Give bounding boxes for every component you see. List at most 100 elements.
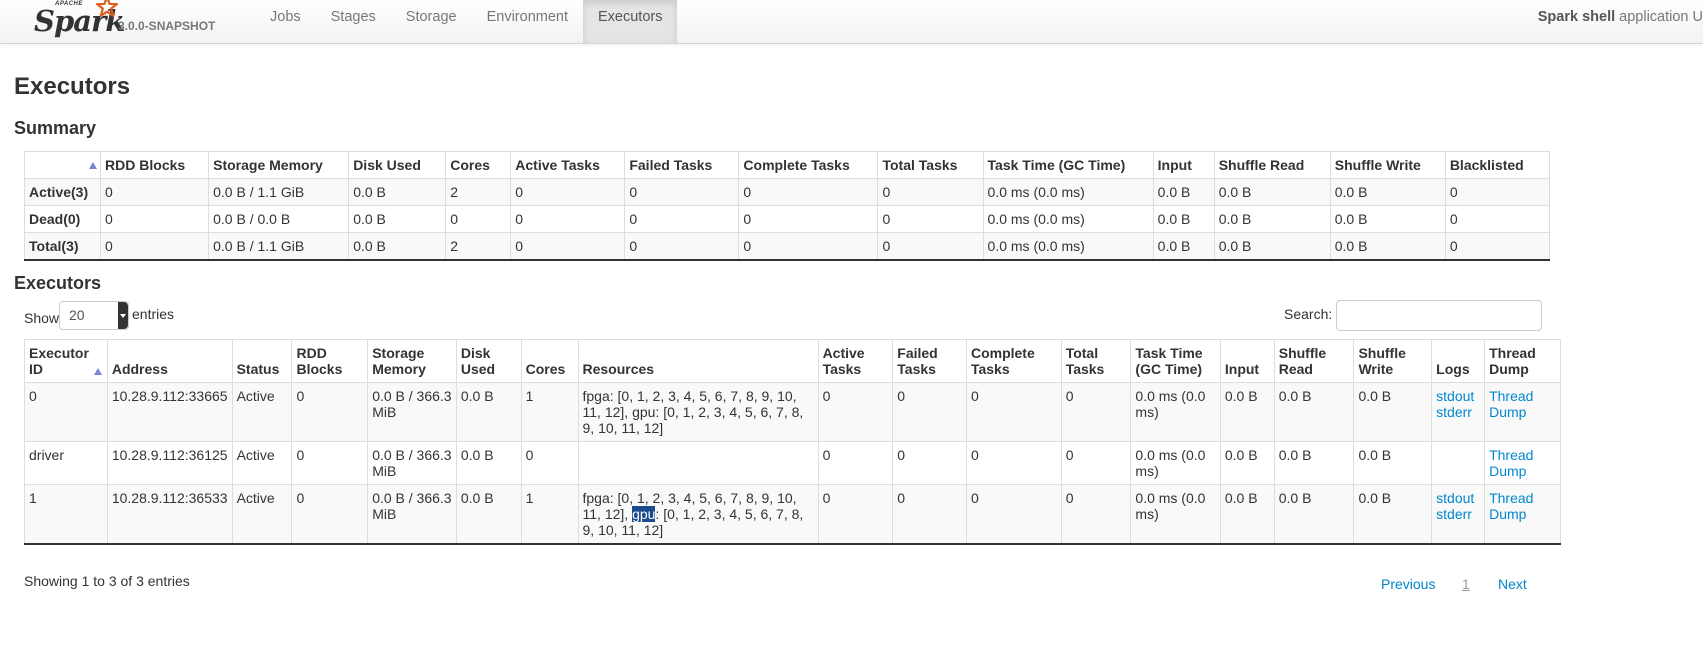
executor-cores-cell: 0 [520,441,579,485]
summary-header[interactable]: Input [1152,151,1215,179]
search-input[interactable] [1336,300,1542,331]
executor-active-cell: 0 [817,441,894,485]
executor-row: driver 10.28.9.112:36125 Active 0 0.0 B / 36… [24,441,1561,485]
executor-cores-cell: 1 [520,382,579,442]
tab-stages[interactable]: Stages [316,0,391,43]
summary-header[interactable]: Task Time (GC Time) [982,151,1154,179]
summary-cell: 0 [100,178,210,206]
page-title: Executors [14,73,131,100]
exec-header[interactable]: Complete Tasks [965,339,1062,383]
summary-header[interactable]: Active Tasks [510,151,626,179]
stderr-link[interactable]: stderr [1436,404,1480,420]
exec-header[interactable]: Failed Tasks [892,339,967,383]
summary-cell: 0.0 ms (0.0 ms) [982,205,1154,233]
executor-task-time-cell: 0.0 ms (0.0 ms) [1130,382,1221,442]
executor-resources-cell [577,441,819,485]
summary-cell: 0.0 B [1329,178,1446,206]
executor-address-cell: 10.28.9.112:36533 [106,484,233,545]
summary-cell: 0 [1444,205,1551,233]
executor-total-cell: 0 [1060,441,1132,485]
executor-status-cell: Active [231,441,293,485]
tab-jobs[interactable]: Jobs [255,0,316,43]
search-label: Search: [1284,306,1333,322]
sort-asc-icon [94,368,102,375]
executor-task-time-cell: 0.0 ms (0.0 ms) [1130,484,1221,545]
summary-header[interactable]: RDD Blocks [100,151,210,179]
summary-header[interactable]: Cores [445,151,512,179]
exec-header[interactable]: Shuffle Write [1353,339,1433,383]
executor-active-cell: 0 [817,484,894,545]
summary-cell: 0 [738,205,879,233]
exec-header[interactable]: Logs [1431,339,1486,383]
thread-dump-link[interactable]: Thread Dump [1489,447,1556,479]
summary-header[interactable]: Disk Used [348,151,447,179]
app-name-bold: Spark shell [1537,9,1616,25]
executor-resources-cell: fpga: [0, 1, 2, 3, 4, 5, 6, 7, 8, 9, 10,… [577,382,819,442]
exec-header[interactable]: Active Tasks [817,339,894,383]
exec-header[interactable]: Task Time (GC Time) [1130,339,1221,383]
thread-dump-link[interactable]: Thread Dump [1489,388,1556,420]
exec-header-executor-id[interactable]: Executor ID [24,339,108,383]
exec-header[interactable]: Shuffle Read [1273,339,1355,383]
exec-header-label: Executor ID [29,345,89,377]
summary-header[interactable]: Storage Memory [208,151,350,179]
summary-row: Total(3) 0 0.0 B / 1.1 GiB 0.0 B 2 0 0 0 0 0.0 ms… [23,232,1551,261]
pager-previous[interactable]: Previous [1381,576,1435,592]
exec-header[interactable]: Address [106,339,233,383]
resource-gpu-label: gpu [632,404,656,420]
summary-header-blank[interactable] [23,151,102,179]
navbar: APACHE Spark 3.0.0-SNAPSHOT Jobs Stages … [0,0,1703,44]
executor-shuffle-read-cell: 0.0 B [1273,382,1355,442]
executor-shuffle-write-cell: 0.0 B [1353,484,1433,545]
executor-address-cell: 10.28.9.112:36125 [106,441,233,485]
exec-header[interactable]: Input [1219,339,1275,383]
exec-header[interactable]: Status [231,339,293,383]
executor-id-cell: driver [24,441,108,485]
page-size-select[interactable]: 20 [59,301,129,330]
summary-cell: 0 [1444,232,1551,261]
tab-environment[interactable]: Environment [472,0,583,43]
summary-header[interactable]: Complete Tasks [738,151,879,179]
nav-tabs: Jobs Stages Storage Environment Executor… [255,0,678,43]
summary-cell: 0 [624,205,740,233]
resource-fpga-label: fpga [582,388,610,404]
tab-storage[interactable]: Storage [391,0,472,43]
summary-header[interactable]: Failed Tasks [624,151,740,179]
app-name-rest: application U [1615,9,1703,25]
thread-dump-link[interactable]: Thread Dump [1489,490,1556,522]
executor-thread-dump-cell: Thread Dump [1484,382,1561,442]
summary-cell: 0 [100,205,210,233]
summary-cell: 0.0 B [1329,205,1446,233]
summary-header[interactable]: Shuffle Write [1329,151,1446,179]
exec-header[interactable]: Cores [520,339,579,383]
spark-logo[interactable]: APACHE Spark 3.0.0-SNAPSHOT [34,0,224,42]
summary-cell: 0 [877,232,984,261]
exec-header[interactable]: Disk Used [455,339,522,383]
summary-header[interactable]: Blacklisted [1444,151,1551,179]
pager-next[interactable]: Next [1498,576,1527,592]
summary-cell: 0.0 B [1152,232,1215,261]
executor-row: 1 10.28.9.112:36533 Active 0 0.0 B / 366.3 M… [24,484,1561,545]
stderr-link[interactable]: stderr [1436,506,1480,522]
summary-header-row: RDD Blocks Storage Memory Disk Used Core… [23,151,1551,179]
stdout-link[interactable]: stdout [1436,490,1480,506]
summary-cell: 0 [738,232,879,261]
summary-header[interactable]: Total Tasks [877,151,984,179]
executor-failed-cell: 0 [892,382,967,442]
exec-header[interactable]: Storage Memory [367,339,457,383]
exec-header[interactable]: Resources [577,339,819,383]
exec-header[interactable]: Total Tasks [1060,339,1132,383]
pager-page[interactable]: 1 [1462,576,1470,592]
summary-cell: 0.0 B / 1.1 GiB [208,232,350,261]
exec-header[interactable]: Thread Dump [1484,339,1561,383]
summary-cell: 0.0 ms (0.0 ms) [982,178,1154,206]
stdout-link[interactable]: stdout [1436,388,1480,404]
summary-cell: 0.0 B [348,232,447,261]
executor-rdd-cell: 0 [291,382,369,442]
executors-body: 0 10.28.9.112:33665 Active 0 0.0 B / 366.3 M… [24,382,1561,545]
exec-header[interactable]: RDD Blocks [291,339,369,383]
summary-header[interactable]: Shuffle Read [1213,151,1331,179]
tab-executors[interactable]: Executors [583,0,678,43]
summary-cell: 0.0 B / 0.0 B [208,205,350,233]
summary-cell: 0 [624,178,740,206]
